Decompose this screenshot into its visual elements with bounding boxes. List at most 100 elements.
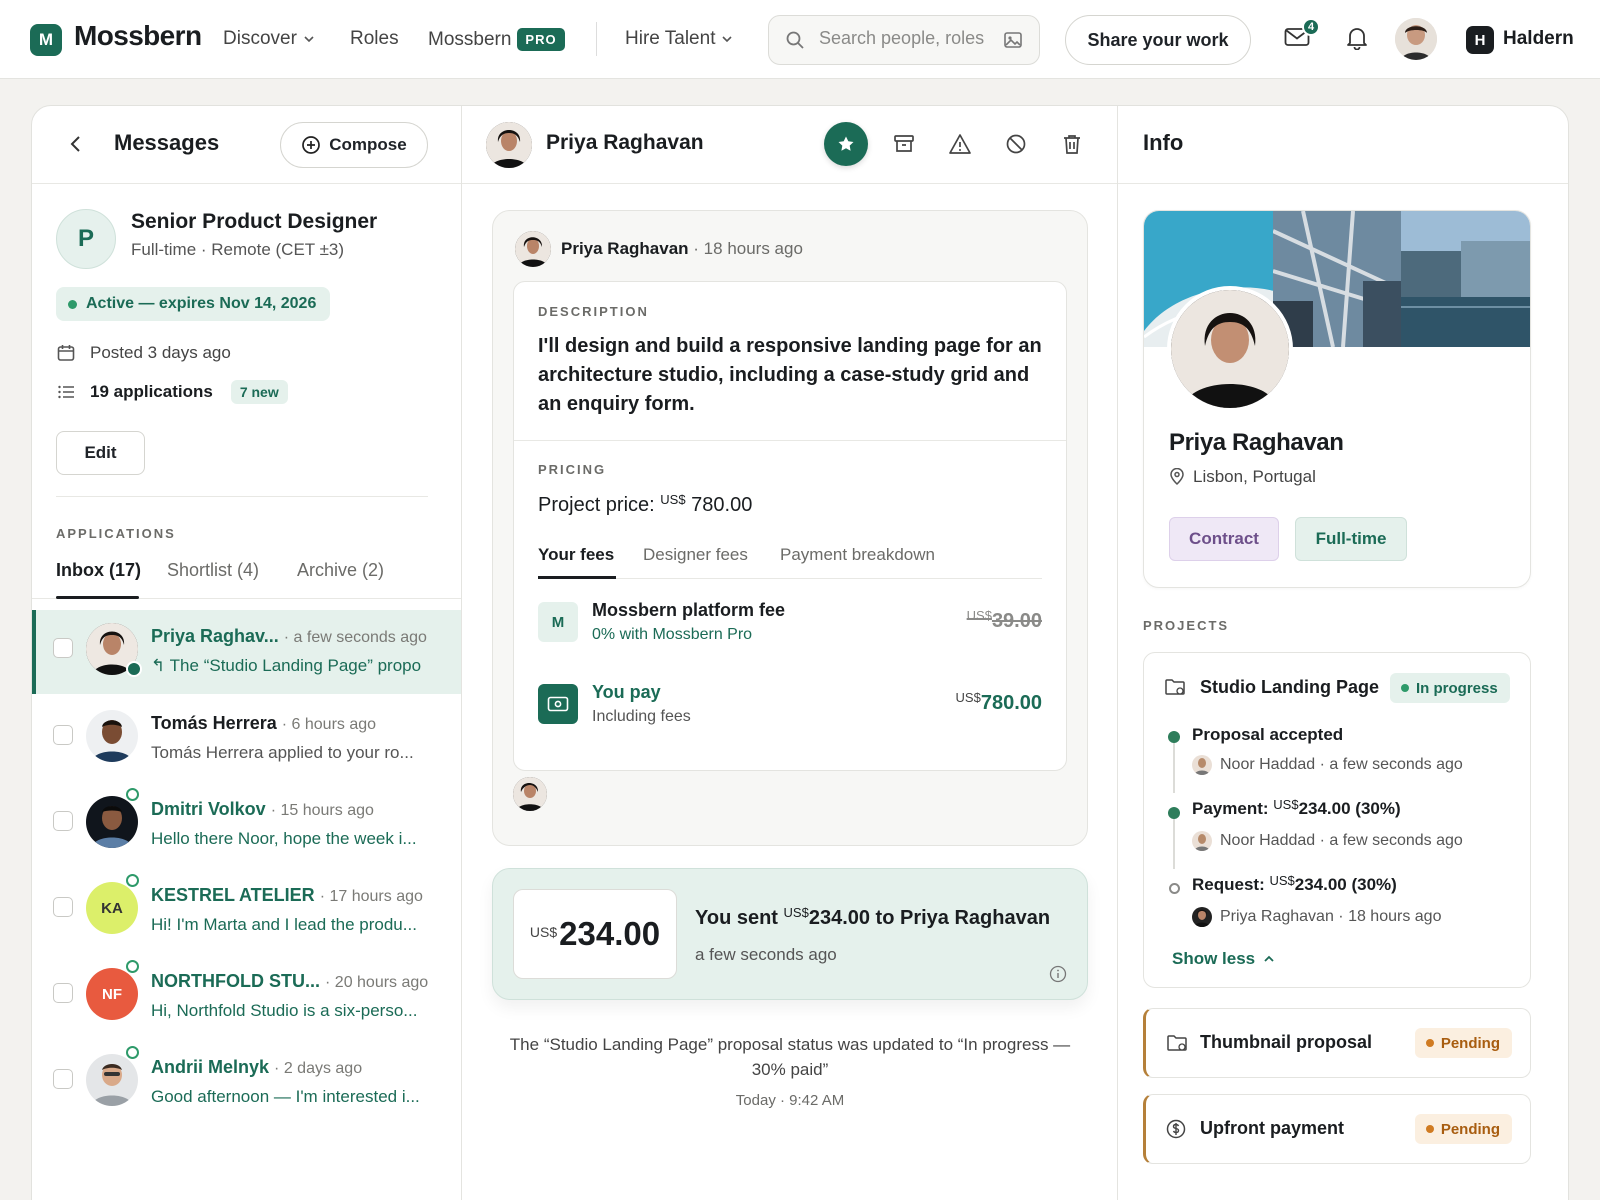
portfolio-image[interactable] <box>1401 211 1530 347</box>
show-less-toggle[interactable]: Show less <box>1172 949 1275 969</box>
conversation-row[interactable]: Dmitri Volkov · 15 hours ago Hello there… <box>32 783 461 867</box>
nav-hire-talent[interactable]: Hire Talent <box>625 28 733 50</box>
conversation-time: · a few seconds ago <box>283 629 427 646</box>
project-price-label: Project price: <box>538 494 655 516</box>
share-your-work-button[interactable]: Share your work <box>1065 15 1251 65</box>
job-posted: Posted 3 days ago <box>56 343 231 363</box>
tag-full-time[interactable]: Full-time <box>1295 517 1407 561</box>
archive-icon[interactable] <box>892 132 916 156</box>
project-price-value: 780.00 <box>691 494 753 516</box>
row-checkbox[interactable] <box>53 811 73 831</box>
row-checkbox[interactable] <box>53 983 73 1003</box>
pending-project-card[interactable]: Upfront payment Pending <box>1143 1094 1531 1164</box>
chat-contact-name[interactable]: Priya Raghavan <box>546 131 704 155</box>
pending-status-badge: Pending <box>1414 1114 1512 1144</box>
logo-text[interactable]: Mossbern <box>74 20 202 52</box>
back-arrow-icon[interactable] <box>66 134 86 154</box>
timeline-meta: Noor Haddad · a few seconds ago <box>1192 755 1463 775</box>
platform-fee-title: Mossbern platform fee <box>592 600 786 620</box>
description-label: DESCRIPTION <box>538 304 649 319</box>
bell-icon[interactable] <box>1346 26 1368 50</box>
payment-amount-box: US$ 234.00 <box>513 889 677 979</box>
tab-payment-breakdown[interactable]: Payment breakdown <box>780 545 935 565</box>
job-applications[interactable]: 19 applications 7 new <box>56 380 288 404</box>
tab-inbox[interactable]: Inbox (17) <box>56 560 141 581</box>
reply-icon: ↰ <box>151 656 170 675</box>
star-icon[interactable] <box>824 122 868 166</box>
user-avatar[interactable] <box>1395 18 1437 60</box>
edit-job-button[interactable]: Edit <box>56 431 145 475</box>
timeline-currency: US$ <box>1269 873 1295 888</box>
block-icon[interactable] <box>1004 132 1028 156</box>
nav-roles-label: Roles <box>350 28 399 49</box>
plus-circle-icon <box>301 135 321 155</box>
payment-currency: US$ <box>529 924 558 940</box>
folder-icon <box>1164 677 1186 697</box>
conversation-row[interactable]: Tomás Herrera · 6 hours ago Tomás Herrer… <box>32 697 461 781</box>
pro-badge: PRO <box>517 28 565 51</box>
conversation-time: · 17 hours ago <box>319 888 423 905</box>
active-tab-indicator <box>538 576 616 579</box>
conversation-row[interactable]: KA KESTREL ATELIER · 17 hours ago Hi! I'… <box>32 869 461 953</box>
conversation-name: Andrii Melnyk · 2 days ago <box>151 1057 362 1078</box>
search-input[interactable] <box>819 28 989 49</box>
info-header: Info <box>1118 106 1568 184</box>
tag-contract[interactable]: Contract <box>1169 517 1279 561</box>
you-pay-amount: US$780.00 <box>955 690 1042 715</box>
trash-icon[interactable] <box>1060 132 1084 156</box>
row-checkbox[interactable] <box>53 1069 73 1089</box>
show-less-label: Show less <box>1172 949 1256 968</box>
profile-avatar[interactable] <box>1167 286 1293 412</box>
compose-button[interactable]: Compose <box>280 122 428 168</box>
search-bar[interactable] <box>768 15 1040 65</box>
image-search-icon[interactable] <box>1003 30 1023 50</box>
workspace-badge[interactable]: H <box>1466 26 1494 54</box>
project-card[interactable]: Studio Landing Page In progress Proposal… <box>1143 652 1531 988</box>
workspace-name[interactable]: Haldern <box>1503 28 1574 50</box>
timeline-dot <box>1168 731 1180 743</box>
active-tab-indicator <box>56 596 139 599</box>
portfolio-image[interactable] <box>1272 211 1402 347</box>
profile-card: Priya Raghavan Lisbon, Portugal Contract… <box>1143 210 1531 588</box>
pending-project-card[interactable]: Thumbnail proposal Pending <box>1143 1008 1531 1078</box>
conversation-row[interactable]: NF NORTHFOLD STU... · 20 hours ago Hi, N… <box>32 955 461 1039</box>
nav-pro[interactable]: Mossbern PRO <box>428 28 565 51</box>
money-icon <box>538 684 578 724</box>
conversation-row[interactable]: Priya Raghav... · a few seconds ago ↰ Th… <box>32 610 461 694</box>
timeline-title: Request: US$234.00 (30%) <box>1192 873 1397 895</box>
search-icon <box>785 30 805 50</box>
payment-title-suffix: 234.00 to Priya Raghavan <box>808 907 1051 929</box>
conversation-name-text: Dmitri Volkov <box>151 799 266 819</box>
tab-designer-fees[interactable]: Designer fees <box>643 545 748 565</box>
timeline-amount: 234.00 (30%) <box>1298 799 1401 818</box>
info-icon[interactable] <box>1049 965 1067 983</box>
chat-avatar[interactable] <box>486 122 532 168</box>
tab-archive[interactable]: Archive (2) <box>297 560 384 581</box>
timeline-meta: Priya Raghavan · 18 hours ago <box>1192 907 1441 927</box>
conversation-time: · 20 hours ago <box>325 974 429 991</box>
conversation-row[interactable]: Andrii Melnyk · 2 days ago Good afternoo… <box>32 1041 461 1125</box>
conversation-preview: Hi, Northfold Studio is a six-perso... <box>151 1001 418 1020</box>
status-update-note: The “Studio Landing Page” proposal statu… <box>509 1035 1071 1079</box>
messages-panel: Messages Compose P Senior Product Design… <box>31 105 1569 1200</box>
tab-shortlist[interactable]: Shortlist (4) <box>167 560 259 581</box>
conversation-preview: Tomás Herrera applied to your ro... <box>151 743 414 762</box>
proposal-sender-name: Priya Raghavan <box>561 239 689 258</box>
timeline-meta-text: Noor Haddad · a few seconds ago <box>1220 756 1463 773</box>
nav-discover[interactable]: Discover <box>223 28 315 50</box>
you-pay-currency: US$ <box>955 690 981 705</box>
row-checkbox[interactable] <box>53 897 73 917</box>
nav-roles[interactable]: Roles <box>350 28 399 50</box>
row-checkbox[interactable] <box>53 725 73 745</box>
pending-project-title: Upfront payment <box>1200 1118 1344 1138</box>
row-checkbox[interactable] <box>53 638 73 658</box>
payment-title-currency: US$ <box>783 905 809 920</box>
platform-fee-value: 39.00 <box>991 610 1042 632</box>
job-avatar: P <box>56 209 116 269</box>
logo-mark[interactable]: M <box>30 24 62 56</box>
profile-location: Lisbon, Portugal <box>1169 467 1316 487</box>
warning-icon[interactable] <box>948 132 972 156</box>
mail-count-badge: 4 <box>1302 18 1320 36</box>
tab-your-fees[interactable]: Your fees <box>538 545 614 565</box>
conversation-name: Tomás Herrera · 6 hours ago <box>151 713 376 734</box>
